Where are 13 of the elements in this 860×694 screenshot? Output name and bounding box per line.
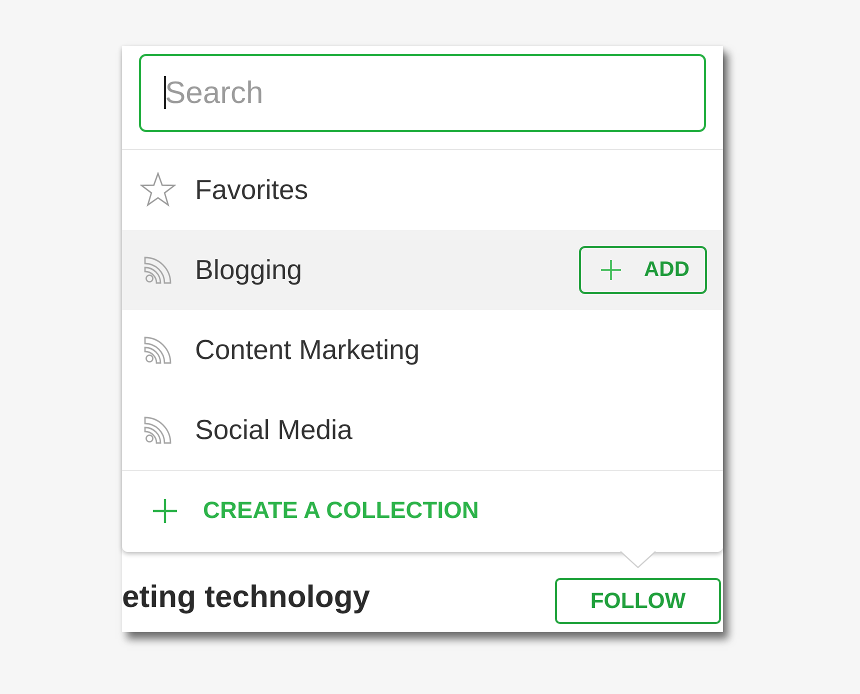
- collection-item[interactable]: Content Marketing: [122, 310, 723, 390]
- star-icon: [140, 172, 176, 208]
- plus-icon: [601, 260, 621, 280]
- plus-icon: [153, 498, 177, 522]
- text-cursor: [164, 76, 166, 109]
- rss-feed-icon: [144, 256, 172, 284]
- collection-item[interactable]: Favorites: [122, 150, 723, 230]
- collection-item[interactable]: Social Media: [122, 390, 723, 470]
- collection-item[interactable]: Blogging ADD: [122, 230, 723, 310]
- rss-feed-icon: [144, 416, 172, 444]
- article-title: eting technology: [122, 579, 370, 615]
- search-field[interactable]: Search: [139, 54, 706, 132]
- rss-feed-icon: [144, 336, 172, 364]
